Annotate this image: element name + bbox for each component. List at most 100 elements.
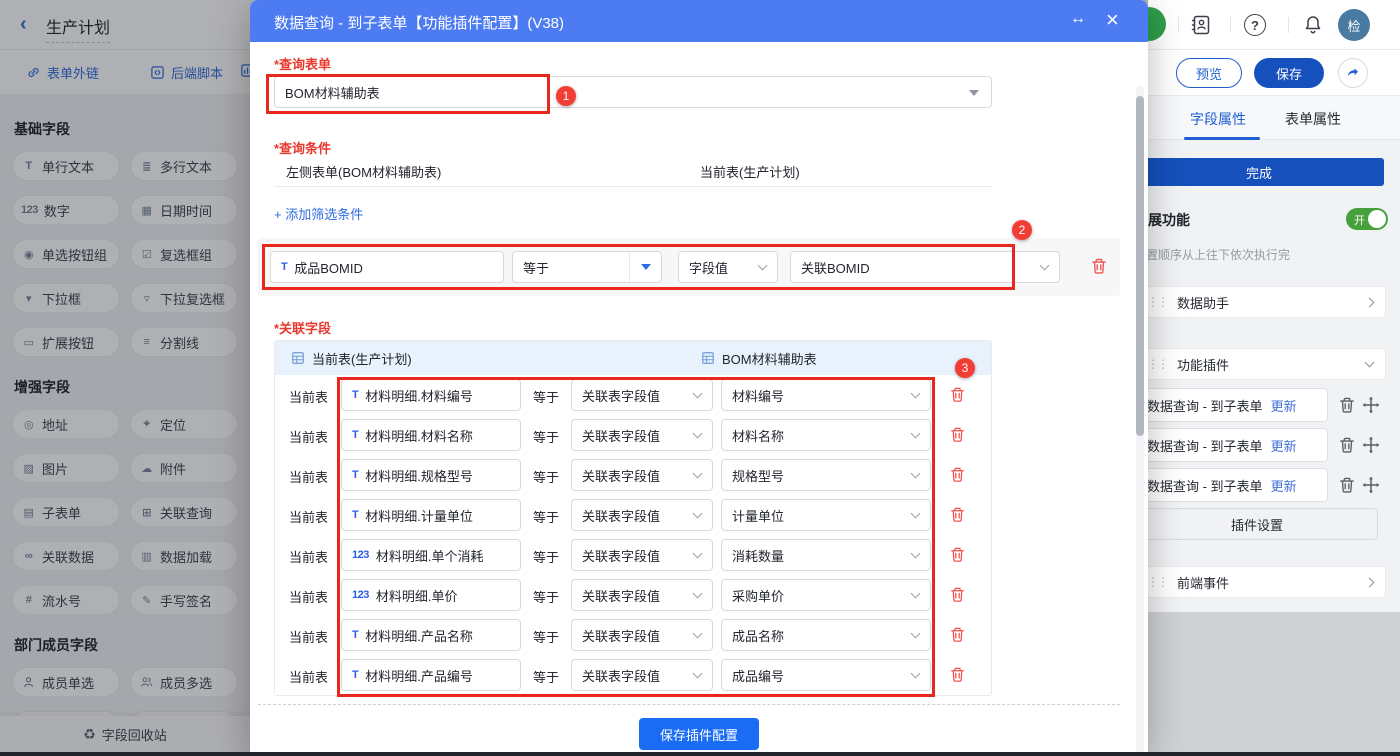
field-mapping-table: 当前表(生产计划) BOM材料辅助表 当前表 T 材料明细.材料编号 等于 关联表… [274,340,992,696]
mapping-field-select[interactable]: T 材料明细.产品名称 [341,619,521,651]
mapping-field-select[interactable]: T 材料明细.产品编号 [341,659,521,691]
delete-row-icon[interactable] [949,666,966,683]
target-field-select[interactable]: 采购单价 [721,579,931,611]
filter-value-select[interactable]: 关联BOMID [790,251,1060,283]
source-type-select[interactable]: 关联表字段值 [571,539,713,571]
filter-value-type-select[interactable]: 字段值 [678,251,778,283]
plugin-item[interactable]: 数据查询 - 到子表单 更新 [1136,388,1328,422]
delete-row-icon[interactable] [949,546,966,563]
top-icon-bar: ? 检 [1132,0,1400,50]
current-table-header: 当前表(生产计划) [291,349,412,368]
right-properties-panel: ? 检 预览 保存 字段属性 表单属性 完成 扩展功能 开 设置顺序从上往下依次… [1132,0,1400,756]
tab-field-properties[interactable]: 字段属性 [1190,109,1246,129]
source-type-select[interactable]: 关联表字段值 [571,419,713,451]
update-link[interactable]: 更新 [1271,396,1297,415]
plugin-item[interactable]: 数据查询 - 到子表单 更新 [1136,428,1328,462]
drag-handle-icon[interactable]: ⋮⋮ [1147,575,1169,589]
separator [1288,17,1289,33]
add-filter-condition-link[interactable]: + 添加筛选条件 [274,204,363,223]
delete-row-icon[interactable] [949,426,966,443]
function-plugins-section[interactable]: ⋮⋮ 功能插件 [1136,348,1386,380]
delete-row-icon[interactable] [949,506,966,523]
plugin-item[interactable]: 数据查询 - 到子表单 更新 [1136,468,1328,502]
source-type-select[interactable]: 关联表字段值 [571,499,713,531]
target-field-select[interactable]: 材料名称 [721,419,931,451]
mapping-row: 当前表 T 材料明细.规格型号 等于 关联表字段值 规格型号 [275,455,991,495]
mapping-field-select[interactable]: 123 材料明细.单个消耗 [341,539,521,571]
mapping-field-select[interactable]: T 材料明细.材料名称 [341,419,521,451]
drag-handle-icon[interactable]: ⋮⋮ [1147,357,1169,371]
mapping-field-select[interactable]: 123 材料明细.单价 [341,579,521,611]
frontend-events-section[interactable]: ⋮⋮ 前端事件 [1136,566,1386,598]
filter-condition-band: T 成品BOMID 等于 字段值 关联BOMID [258,238,1120,296]
mapping-row: 当前表 123 材料明细.单个消耗 等于 关联表字段值 消耗数量 [275,535,991,575]
tab-form-properties[interactable]: 表单属性 [1285,109,1341,129]
delete-row-icon[interactable] [949,626,966,643]
data-assistant-section[interactable]: ⋮⋮ 数据助手 [1136,286,1386,318]
mapping-row: 当前表 T 材料明细.产品编号 等于 关联表字段值 成品编号 [275,655,991,695]
chevron-down-icon [910,428,921,439]
number-type-icon: 123 [352,549,369,561]
mapping-field-select[interactable]: T 材料明细.计量单位 [341,499,521,531]
delete-plugin-icon[interactable] [1338,476,1356,494]
contacts-icon[interactable] [1190,14,1212,36]
target-field-select[interactable]: 规格型号 [721,459,931,491]
plugin-row: 数据查询 - 到子表单 更新 [1136,388,1400,422]
target-field-select[interactable]: 成品名称 [721,619,931,651]
drag-handle-icon[interactable]: ⋮⋮ [1147,295,1169,309]
chevron-down-icon [757,260,768,271]
mapping-field-select[interactable]: T 材料明细.规格型号 [341,459,521,491]
plugin-settings-button[interactable]: 插件设置 [1136,508,1378,540]
divider [274,186,992,187]
modal-header[interactable]: 数据查询 - 到子表单【功能插件配置】(V38) ↔ × [250,0,1148,42]
move-plugin-icon[interactable] [1362,436,1380,454]
target-field-select[interactable]: 材料编号 [721,379,931,411]
delete-plugin-icon[interactable] [1338,436,1356,454]
share-button[interactable] [1338,58,1368,88]
expand-icon[interactable]: ↔ [1070,10,1086,28]
target-field-select[interactable]: 成品编号 [721,659,931,691]
user-avatar[interactable]: 检 [1338,9,1370,41]
chevron-down-icon [692,388,703,399]
delete-row-icon[interactable] [949,466,966,483]
source-type-select[interactable]: 关联表字段值 [571,619,713,651]
operator-dropdown-section[interactable] [629,252,661,282]
update-link[interactable]: 更新 [1271,436,1297,455]
modal-scrollbar-thumb[interactable] [1136,96,1144,436]
save-plugin-config-button[interactable]: 保存插件配置 [639,718,759,750]
move-plugin-icon[interactable] [1362,396,1380,414]
extension-toggle[interactable]: 开 [1346,208,1388,230]
save-button[interactable]: 保存 [1254,58,1324,88]
preview-button[interactable]: 预览 [1176,58,1242,88]
done-button[interactable]: 完成 [1134,158,1384,186]
chevron-down-icon [1364,357,1375,368]
execution-order-hint: 设置顺序从上往下依次执行完 [1134,248,1291,262]
chevron-down-icon [910,548,921,559]
source-type-select[interactable]: 关联表字段值 [571,379,713,411]
filter-field-select[interactable]: T 成品BOMID [270,251,504,283]
filter-operator-select[interactable]: 等于 [512,251,662,283]
mapping-fields-label: *关联字段 [274,321,332,336]
query-form-select[interactable]: BOM材料辅助表 [274,76,992,108]
help-icon[interactable]: ? [1244,14,1266,36]
properties-tabs: 字段属性 表单属性 [1148,96,1400,140]
mapping-field-select[interactable]: T 材料明细.材料编号 [341,379,521,411]
scroll-boundary-dashed-line [258,704,1120,705]
delete-plugin-icon[interactable] [1338,396,1356,414]
update-link[interactable]: 更新 [1271,476,1297,495]
notification-bell-icon[interactable] [1302,14,1324,36]
source-type-select[interactable]: 关联表字段值 [571,579,713,611]
dropdown-arrow-icon [969,90,979,96]
plugin-config-modal: 数据查询 - 到子表单【功能插件配置】(V38) ↔ × *查询表单 BOM材料… [250,0,1148,756]
target-field-select[interactable]: 消耗数量 [721,539,931,571]
chevron-down-icon [692,548,703,559]
delete-row-icon[interactable] [949,586,966,603]
close-icon[interactable]: × [1106,7,1119,33]
source-type-select[interactable]: 关联表字段值 [571,659,713,691]
delete-filter-icon[interactable] [1090,257,1108,275]
source-type-select[interactable]: 关联表字段值 [571,459,713,491]
move-plugin-icon[interactable] [1362,476,1380,494]
chevron-down-icon [1039,260,1050,271]
target-field-select[interactable]: 计量单位 [721,499,931,531]
delete-row-icon[interactable] [949,386,966,403]
